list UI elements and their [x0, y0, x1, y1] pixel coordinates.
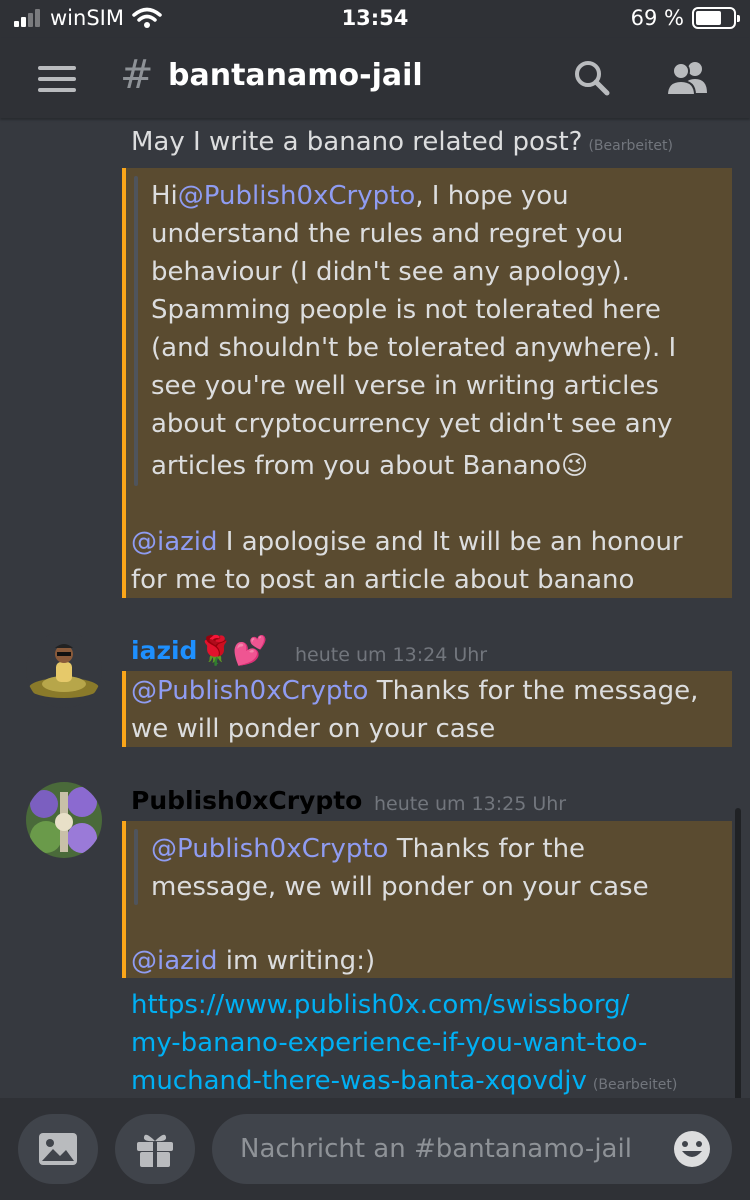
avatar-image	[26, 782, 102, 858]
quote-line: see you're well verse in writing article…	[151, 371, 659, 401]
mention-iazid[interactable]: @iazid	[131, 946, 218, 976]
message-input[interactable]: Nachricht an #bantanamo-jail	[212, 1114, 732, 1184]
mention-iazid[interactable]: @iazid	[131, 527, 218, 557]
status-right: 69 %	[630, 6, 740, 30]
quote-line: @Publish0xCrypto Thanks for the	[151, 830, 585, 868]
reply-line: for me to post an article about banano	[131, 565, 635, 595]
reply-line: @iazid I apologise and It will be an hon…	[131, 523, 683, 561]
message-text: Thanks for the message,	[368, 676, 699, 706]
quote-text: , I hope you	[415, 181, 569, 211]
message-link[interactable]: https://www.publish0x.com/swissborg/	[131, 986, 629, 1024]
avatar[interactable]	[26, 782, 102, 858]
quote-line: about cryptocurrency yet didn't see any	[151, 409, 673, 439]
quote-bar	[134, 829, 138, 905]
members-icon[interactable]	[664, 58, 712, 98]
message-timestamp: heute um 13:24 Uhr	[295, 644, 488, 666]
message-link[interactable]: muchand-there-was-banta-xqovdjv (Bearbeit…	[131, 1062, 677, 1098]
message-timestamp: heute um 13:25 Uhr	[374, 793, 567, 815]
hash-icon: #	[120, 52, 154, 98]
gift-icon	[137, 1134, 173, 1167]
edited-label: (Bearbeitet)	[592, 1077, 678, 1093]
mention-publish0xcrypto[interactable]: @Publish0xCrypto	[178, 181, 415, 211]
message-text: May I write a banano related post? (Bearb…	[131, 123, 673, 165]
quote-line: message, we will ponder on your case	[151, 872, 649, 902]
quote-line: Spamming people is not tolerated here	[151, 295, 661, 325]
gift-button[interactable]	[115, 1114, 195, 1184]
quote-line: behaviour (I didn't see any apology).	[151, 257, 630, 287]
mention-publish0xcrypto[interactable]: @Publish0xCrypto	[151, 834, 388, 864]
author-emojis: 🌹💕	[198, 634, 268, 667]
quote-text: Hi	[151, 181, 178, 211]
quote-line: articles from you about Banano😉	[151, 447, 588, 485]
message-list[interactable]: May I write a banano related post? (Bearb…	[0, 118, 750, 1098]
battery-percent: 69 %	[630, 6, 684, 30]
quote-line: Hi@Publish0xCrypto, I hope you	[151, 177, 569, 215]
link-text[interactable]: muchand-there-was-banta-xqovdjv	[131, 1066, 587, 1096]
message-link[interactable]: my-banano-experience-if-you-want-too-	[131, 1024, 647, 1062]
reply-text: im writing:)	[217, 946, 376, 976]
channel-header: # bantanamo-jail	[0, 38, 750, 118]
battery-icon	[692, 7, 740, 29]
message-line: @Publish0xCrypto Thanks for the message,	[131, 672, 698, 710]
channel-title[interactable]: bantanamo-jail	[168, 58, 423, 93]
scrollbar[interactable]	[735, 808, 741, 1098]
quote-bar	[134, 176, 138, 486]
author-name[interactable]: iazid	[131, 636, 197, 665]
message-placeholder: Nachricht an #bantanamo-jail	[240, 1134, 632, 1164]
quote-line: understand the rules and regret you	[151, 219, 624, 249]
message-line: we will ponder on your case	[131, 714, 496, 744]
quote-text: articles from you about Banano	[151, 451, 562, 481]
author-name[interactable]: Publish0xCrypto	[131, 786, 362, 815]
search-icon[interactable]	[572, 58, 612, 98]
menu-icon[interactable]	[38, 66, 76, 92]
status-bar: winSIM 13:54 69 %	[0, 0, 750, 38]
message-line: May I write a banano related post?	[131, 127, 583, 157]
wink-emoji-icon: 😉	[561, 451, 589, 481]
quote-text: Thanks for the	[388, 834, 586, 864]
reply-line: @iazid im writing:)	[131, 942, 375, 980]
avatar-image	[29, 644, 99, 698]
reply-text: I apologise and It will be an honour	[217, 527, 683, 557]
attach-image-button[interactable]	[18, 1114, 98, 1184]
message-composer: Nachricht an #bantanamo-jail	[0, 1098, 750, 1200]
image-icon	[39, 1133, 77, 1165]
emoji-icon[interactable]	[672, 1129, 712, 1169]
mention-publish0xcrypto[interactable]: @Publish0xCrypto	[131, 676, 368, 706]
avatar[interactable]	[26, 632, 102, 708]
quote-line: (and shouldn't be tolerated anywhere). I	[151, 333, 677, 363]
edited-label: (Bearbeitet)	[588, 138, 673, 154]
